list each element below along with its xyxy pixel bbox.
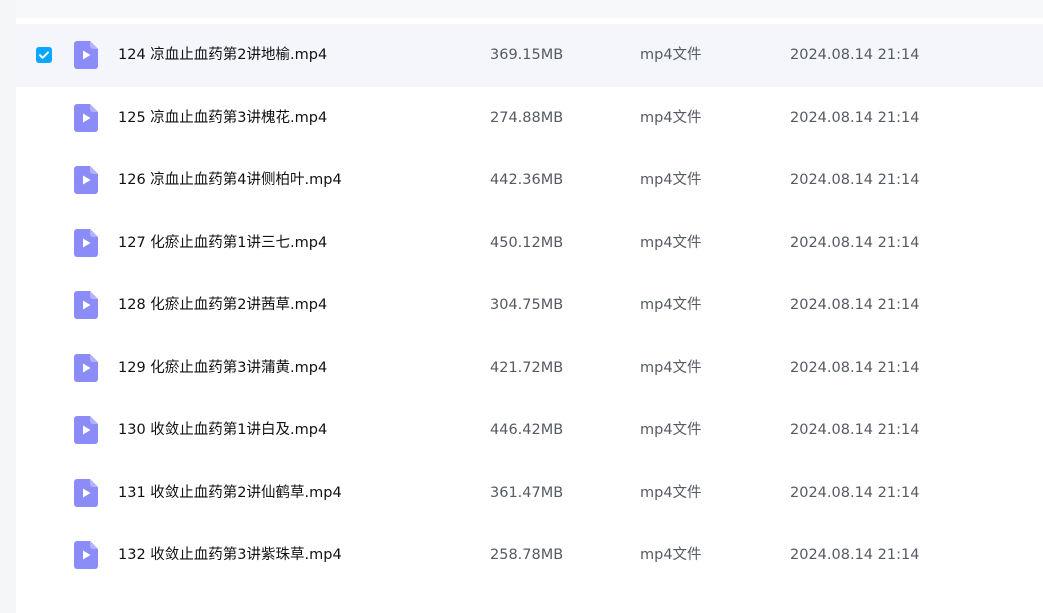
row-checkbox[interactable] <box>36 297 52 313</box>
file-type: mp4文件 <box>640 422 702 438</box>
file-size: 421.72MB <box>490 359 564 376</box>
row-checkbox[interactable] <box>36 235 52 251</box>
file-type: mp4文件 <box>640 234 702 251</box>
row-checkbox[interactable] <box>36 485 52 501</box>
video-file-icon <box>74 228 98 257</box>
file-type: mp4文件 <box>640 547 702 563</box>
file-row[interactable]: 124 凉血止血药第2讲地榆.mp4 369.15MB mp4文件 2024.0… <box>16 24 1043 87</box>
file-size: 446.42MB <box>490 422 564 438</box>
file-modified-date: 2024.08.14 21:14 <box>790 234 920 251</box>
file-row[interactable]: 129 化瘀止血药第3讲蒲黄.mp4 421.72MB mp4文件 2024.0… <box>16 337 1043 400</box>
file-name[interactable]: 132 收敛止血药第3讲紫珠草.mp4 <box>118 524 342 587</box>
file-type: mp4文件 <box>640 484 702 501</box>
file-type: mp4文件 <box>640 172 702 188</box>
file-row[interactable]: 131 收敛止血药第2讲仙鹤草.mp4 361.47MB mp4文件 2024.… <box>16 462 1043 525</box>
file-type: mp4文件 <box>640 109 702 126</box>
row-checkbox[interactable] <box>36 422 52 438</box>
file-name[interactable]: 124 凉血止血药第2讲地榆.mp4 <box>118 24 327 87</box>
video-file-icon <box>74 353 98 382</box>
file-list-panel: 124 凉血止血药第2讲地榆.mp4 369.15MB mp4文件 2024.0… <box>16 0 1043 613</box>
video-file-icon <box>74 291 98 320</box>
file-row[interactable]: 132 收敛止血药第3讲紫珠草.mp4 258.78MB mp4文件 2024.… <box>16 524 1043 587</box>
file-row[interactable]: 128 化瘀止血药第2讲茜草.mp4 304.75MB mp4文件 2024.0… <box>16 274 1043 337</box>
file-modified-date: 2024.08.14 21:14 <box>790 109 920 126</box>
file-name[interactable]: 125 凉血止血药第3讲槐花.mp4 <box>118 87 327 150</box>
file-modified-date: 2024.08.14 21:14 <box>790 422 920 438</box>
file-name[interactable]: 126 凉血止血药第4讲侧柏叶.mp4 <box>118 149 342 212</box>
file-type: mp4文件 <box>640 47 702 63</box>
file-type: mp4文件 <box>640 297 702 313</box>
row-checkbox[interactable] <box>36 360 52 376</box>
file-size: 369.15MB <box>490 47 564 63</box>
check-icon <box>39 51 49 60</box>
file-name[interactable]: 129 化瘀止血药第3讲蒲黄.mp4 <box>118 337 327 400</box>
file-name[interactable]: 128 化瘀止血药第2讲茜草.mp4 <box>118 274 327 337</box>
file-size: 304.75MB <box>490 297 564 313</box>
file-modified-date: 2024.08.14 21:14 <box>790 547 920 563</box>
file-list: 124 凉血止血药第2讲地榆.mp4 369.15MB mp4文件 2024.0… <box>16 24 1043 587</box>
file-row[interactable]: 126 凉血止血药第4讲侧柏叶.mp4 442.36MB mp4文件 2024.… <box>16 149 1043 212</box>
file-size: 361.47MB <box>490 484 564 501</box>
video-file-icon <box>74 478 98 507</box>
file-modified-date: 2024.08.14 21:14 <box>790 297 920 313</box>
video-file-icon <box>74 41 98 70</box>
file-row[interactable]: 125 凉血止血药第3讲槐花.mp4 274.88MB mp4文件 2024.0… <box>16 87 1043 150</box>
file-modified-date: 2024.08.14 21:14 <box>790 172 920 188</box>
file-type: mp4文件 <box>640 359 702 376</box>
row-checkbox[interactable] <box>36 547 52 563</box>
video-file-icon <box>74 416 98 445</box>
row-checkbox[interactable] <box>36 47 52 64</box>
file-row[interactable]: 130 收敛止血药第1讲白及.mp4 446.42MB mp4文件 2024.0… <box>16 399 1043 462</box>
file-size: 442.36MB <box>490 172 564 188</box>
file-modified-date: 2024.08.14 21:14 <box>790 484 920 501</box>
file-size: 450.12MB <box>490 234 564 251</box>
list-header-strip <box>16 0 1043 18</box>
file-modified-date: 2024.08.14 21:14 <box>790 359 920 376</box>
video-file-icon <box>74 541 98 570</box>
file-modified-date: 2024.08.14 21:14 <box>790 47 920 63</box>
file-row[interactable]: 127 化瘀止血药第1讲三七.mp4 450.12MB mp4文件 2024.0… <box>16 212 1043 275</box>
row-checkbox[interactable] <box>36 110 52 126</box>
file-size: 274.88MB <box>490 109 564 126</box>
row-checkbox[interactable] <box>36 172 52 188</box>
video-file-icon <box>74 103 98 132</box>
video-file-icon <box>74 166 98 195</box>
file-name[interactable]: 130 收敛止血药第1讲白及.mp4 <box>118 399 327 462</box>
file-name[interactable]: 127 化瘀止血药第1讲三七.mp4 <box>118 212 327 275</box>
file-name[interactable]: 131 收敛止血药第2讲仙鹤草.mp4 <box>118 462 342 525</box>
file-size: 258.78MB <box>490 547 564 563</box>
